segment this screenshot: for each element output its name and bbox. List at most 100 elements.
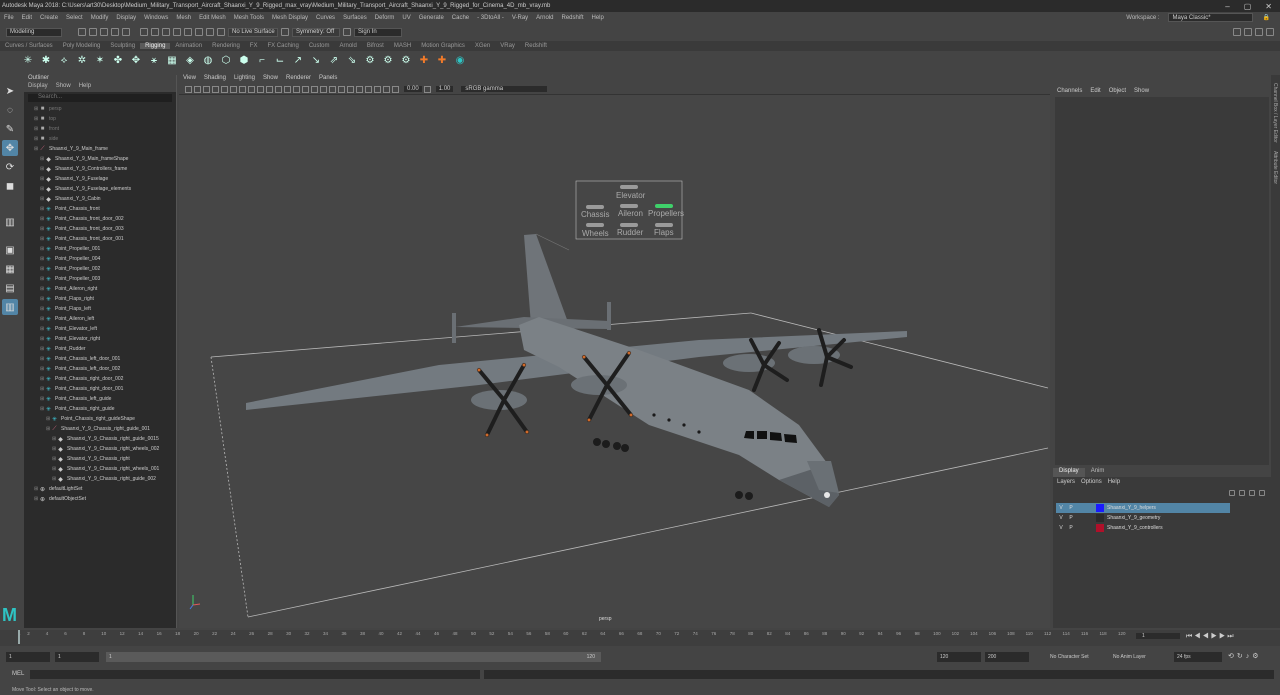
- orient-constraint-icon[interactable]: ↗: [292, 54, 304, 66]
- color-space-select[interactable]: sRGB gamma: [461, 86, 548, 92]
- camera-select-icon[interactable]: [185, 85, 192, 93]
- outliner-item[interactable]: ⊞ ■ side: [24, 134, 176, 144]
- outliner-item[interactable]: ⊞ ✳ Point_Chassis_left_guide: [24, 394, 176, 404]
- outliner-item[interactable]: ⊞ ◆ Shaanxi_Y_9_Chassis_right_guide_0015: [24, 434, 176, 444]
- layer-color-swatch[interactable]: [1096, 504, 1104, 512]
- outliner-item[interactable]: ⊞ ◆ Shaanxi_Y_9_Fuselage_elements: [24, 184, 176, 194]
- menu-set-select[interactable]: Modeling: [6, 27, 62, 37]
- menu-item[interactable]: Modify: [87, 15, 113, 21]
- snap-grid-icon[interactable]: [173, 28, 181, 36]
- channel-box-menu-item[interactable]: Object: [1109, 88, 1126, 94]
- aircraft-model[interactable]: [246, 233, 907, 507]
- shelf-tab[interactable]: Motion Graphics: [416, 43, 470, 49]
- field-chart-icon[interactable]: [257, 85, 264, 93]
- viewport-menu-item[interactable]: Shading: [204, 75, 226, 84]
- menu-item[interactable]: Mesh Display: [268, 15, 312, 21]
- normal-constraint-icon[interactable]: ⚙: [382, 54, 394, 66]
- tangent-constraint-icon[interactable]: ⚙: [400, 54, 412, 66]
- geometry-constraint-icon[interactable]: ⚙: [364, 54, 376, 66]
- sign-in-icon[interactable]: [343, 28, 351, 36]
- outliner-item[interactable]: ⊞ ✳ Point_Chassis_right_door_001: [24, 384, 176, 394]
- outliner-item[interactable]: ⊞ ⊕ defaultObjectSet: [24, 494, 176, 504]
- smooth-shade-icon[interactable]: [293, 85, 300, 93]
- outliner-item[interactable]: ⊞ ◆ Shaanxi_Y_9_Fuselage: [24, 174, 176, 184]
- outliner-item[interactable]: ⊞ ✳ Point_Chassis_right_guide: [24, 404, 176, 414]
- fps-select[interactable]: 24 fps: [1174, 652, 1222, 662]
- side-tab[interactable]: Channel Box / Layer Editor: [1272, 83, 1278, 143]
- blendshape-icon[interactable]: ⬢: [238, 54, 250, 66]
- outliner-item[interactable]: ⊞ ◆ Shaanxi_Y_9_Chassis_right_wheels_001: [24, 464, 176, 474]
- grid-icon[interactable]: [221, 85, 228, 93]
- gamma-icon[interactable]: [423, 85, 431, 93]
- anim-start-field[interactable]: 1: [55, 652, 99, 662]
- outliner-item[interactable]: ⊞ ✳ Point_Aileron_left: [24, 314, 176, 324]
- select-hierarchy-icon[interactable]: [140, 28, 148, 36]
- outliner-item[interactable]: ⊞ ◆ Shaanxi_Y_9_Cabin: [24, 194, 176, 204]
- menu-item[interactable]: Deform: [371, 15, 399, 21]
- outliner-item[interactable]: ⊞ ■ front: [24, 124, 176, 134]
- viewport-menu-item[interactable]: Lighting: [234, 75, 255, 84]
- render-settings-icon[interactable]: [1233, 28, 1241, 36]
- anim-end-field[interactable]: 200: [985, 652, 1029, 662]
- minimize-icon[interactable]: –: [1225, 2, 1229, 11]
- workspace-select[interactable]: Maya Classic*: [1167, 13, 1253, 22]
- undo-icon[interactable]: [111, 28, 119, 36]
- menu-item[interactable]: Edit Mesh: [195, 15, 230, 21]
- menu-item[interactable]: Cache: [448, 15, 473, 21]
- shelf-tab[interactable]: Arnold: [335, 43, 362, 49]
- symmetry-select[interactable]: Symmetry: Off: [292, 27, 340, 37]
- outliner-item[interactable]: ⊞ ✳ Point_Propeller_002: [24, 264, 176, 274]
- shelf-tab[interactable]: MASH: [389, 43, 416, 49]
- outliner-menu-item[interactable]: Show: [56, 83, 71, 92]
- outliner-item[interactable]: ⊞ ✳ Point_Aileron_right: [24, 284, 176, 294]
- menu-item[interactable]: V-Ray: [508, 15, 532, 21]
- snap-surface-icon[interactable]: [206, 28, 214, 36]
- wrap-icon[interactable]: ◍: [202, 54, 214, 66]
- viewport-menu-item[interactable]: Renderer: [286, 75, 311, 84]
- isolate-select-icon[interactable]: [392, 85, 399, 93]
- image-plane-icon[interactable]: [212, 85, 219, 93]
- menu-item[interactable]: Curves: [312, 15, 339, 21]
- move-layer-up-icon[interactable]: [1229, 490, 1235, 496]
- current-time-marker[interactable]: [18, 630, 20, 644]
- layer-row[interactable]: V P Shaanxi_Y_9_helpers: [1056, 503, 1230, 513]
- outliner-item[interactable]: ⊞ ◆ Shaanxi_Y_9_Chassis_right_guide_002: [24, 474, 176, 484]
- point-constraint-icon[interactable]: ⌐: [256, 54, 268, 66]
- channel-box-menu-item[interactable]: Edit: [1090, 88, 1100, 94]
- scale-constraint-icon[interactable]: ↘: [310, 54, 322, 66]
- motion-blur-icon[interactable]: [365, 85, 372, 93]
- channel-box-toggle-icon[interactable]: [1266, 28, 1274, 36]
- safe-title-icon[interactable]: [275, 85, 282, 93]
- shelf-tab[interactable]: FX Caching: [262, 43, 303, 49]
- layer-editor-tab[interactable]: Anim: [1085, 468, 1111, 477]
- menu-item[interactable]: Create: [36, 15, 62, 21]
- outliner-item[interactable]: ⊞ ✳ Point_Chassis_front_door_003: [24, 224, 176, 234]
- outliner-item[interactable]: ⊞ ✳ Point_Chassis_right_door_002: [24, 374, 176, 384]
- move-layer-down-icon[interactable]: [1239, 490, 1245, 496]
- new-scene-icon[interactable]: [78, 28, 86, 36]
- live-surface-icon[interactable]: [217, 28, 225, 36]
- outliner-item[interactable]: ⊞ ■ top: [24, 114, 176, 124]
- camera-attributes-icon[interactable]: [194, 85, 201, 93]
- wireframe-on-shaded-icon[interactable]: [302, 85, 309, 93]
- safe-action-icon[interactable]: [266, 85, 273, 93]
- ik-handle-icon[interactable]: ✱: [40, 54, 52, 66]
- move-tool-icon[interactable]: ✥: [2, 140, 18, 156]
- viewport-menu-item[interactable]: View: [183, 75, 196, 84]
- outliner-item[interactable]: ⊞ ■ persp: [24, 104, 176, 114]
- select-component-icon[interactable]: [162, 28, 170, 36]
- outliner-item[interactable]: ⊞ ✳ Point_Propeller_001: [24, 244, 176, 254]
- shelf-tab[interactable]: Rigging: [140, 43, 171, 49]
- ssao-icon[interactable]: [356, 85, 363, 93]
- outliner-item[interactable]: ⊞ ◆ Shaanxi_Y_9_Controllers_frame: [24, 164, 176, 174]
- menu-item[interactable]: - 3DtoAll -: [473, 15, 508, 21]
- outliner-item[interactable]: ⊞ ⟋ Shaanxi_Y_9_Chassis_right_guide_001: [24, 424, 176, 434]
- outliner-search-input[interactable]: Search...: [28, 94, 172, 102]
- select-object-icon[interactable]: [151, 28, 159, 36]
- paint-weights-icon[interactable]: ⚹: [148, 54, 160, 66]
- layer-visibility-toggle[interactable]: V: [1056, 525, 1066, 531]
- menu-item[interactable]: File: [0, 15, 18, 21]
- perspective-outliner-icon[interactable]: ▤: [2, 280, 18, 296]
- menu-item[interactable]: Mesh Tools: [230, 15, 268, 21]
- outliner-menu-item[interactable]: Help: [79, 83, 91, 92]
